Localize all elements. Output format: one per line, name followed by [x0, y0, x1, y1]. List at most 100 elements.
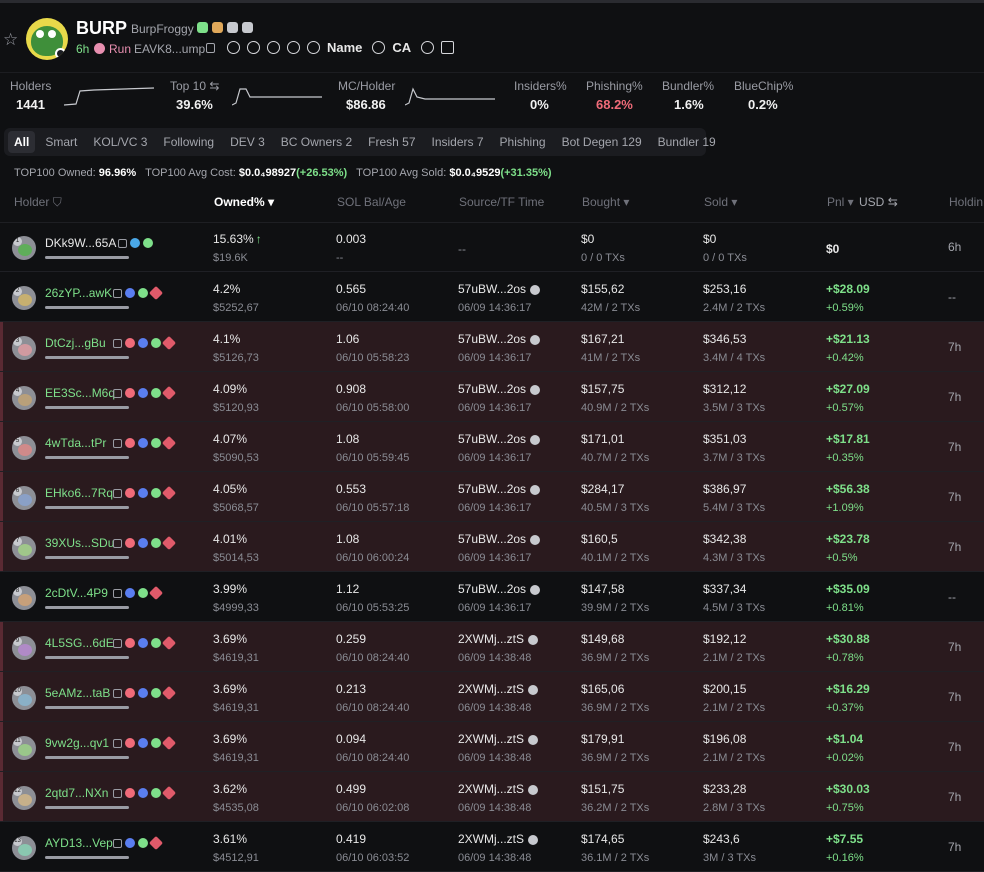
table-row[interactable]: 3 DtCzj...gBu 4.1% $5126,73 1.06 06/10 0…	[0, 322, 984, 372]
tab-1[interactable]: Smart	[39, 131, 83, 153]
tab-10[interactable]: Bundler 19	[652, 131, 722, 153]
edit-icon[interactable]	[113, 788, 122, 798]
edit-icon[interactable]	[113, 588, 122, 598]
holding-time: --	[948, 590, 956, 604]
col-sold[interactable]: Sold ▾	[704, 195, 737, 209]
phishing-icon	[125, 488, 135, 498]
holder-avatar: 5	[12, 436, 36, 460]
edit-icon[interactable]	[113, 388, 122, 398]
tab-9[interactable]: Bot Degen 129	[556, 131, 648, 153]
source[interactable]: 57uBW...2os	[458, 332, 541, 346]
table-row[interactable]: 5 4wTda...tPr 4.07% $5090,53 1.08 06/10 …	[0, 422, 984, 472]
source[interactable]: 57uBW...2os	[458, 382, 541, 396]
tab-4[interactable]: DEV 3	[224, 131, 271, 153]
table-row[interactable]: 13 AYD13...Vep 3.61% $4512,91 0.419 06/1…	[0, 822, 984, 872]
blue-badge-icon	[138, 438, 148, 448]
col-owned[interactable]: Owned% ▾	[214, 195, 274, 209]
source[interactable]: 57uBW...2os	[458, 282, 541, 296]
blue-badge-icon	[138, 688, 148, 698]
edit-icon[interactable]	[113, 638, 122, 648]
tab-2[interactable]: KOL/VC 3	[87, 131, 153, 153]
holder-bar	[45, 356, 129, 359]
tab-5[interactable]: BC Owners 2	[275, 131, 358, 153]
tab-8[interactable]: Phishing	[494, 131, 552, 153]
filter-icon[interactable]: ⛉	[53, 195, 62, 209]
telegram-icon[interactable]	[267, 41, 280, 54]
holder-address[interactable]: DtCzj...gBu	[45, 336, 106, 350]
edit-icon[interactable]	[113, 438, 122, 448]
table-row[interactable]: 7 39XUs...SDu 4.01% $5014,53 1.08 06/10 …	[0, 522, 984, 572]
holder-address[interactable]: 5eAMz...taB	[45, 686, 110, 700]
holder-address[interactable]: 2cDtV...4P9	[45, 586, 108, 600]
table-row[interactable]: 11 9vw2g...qv1 3.69% $4619,31 0.094 06/1…	[0, 722, 984, 772]
holder-address[interactable]: 39XUs...SDu	[45, 536, 114, 550]
col-holding[interactable]: Holdin	[949, 195, 983, 209]
table-row[interactable]: 4 EE3Sc...M6q 4.09% $5120,93 0.908 06/10…	[0, 372, 984, 422]
edit-icon[interactable]	[113, 738, 122, 748]
contract-address[interactable]: EAVK8...ump	[134, 42, 205, 56]
table-row[interactable]: 12 2qtd7...NXn 3.62% $4535,08 0.499 06/1…	[0, 772, 984, 822]
holder-address[interactable]: 4wTda...tPr	[45, 436, 106, 450]
crown-icon[interactable]	[441, 41, 455, 54]
holder-address[interactable]: 9vw2g...qv1	[45, 736, 109, 750]
user-icon[interactable]	[247, 41, 260, 54]
col-holder[interactable]: Holder ⛉	[14, 195, 62, 210]
holder-address[interactable]: AYD13...Vep	[45, 836, 113, 850]
col-sol[interactable]: SOL Bal/Age	[337, 195, 406, 209]
table-row[interactable]: 9 4L5SG...6dE 3.69% $4619,31 0.259 06/10…	[0, 622, 984, 672]
holder-address[interactable]: 26zYP...awK	[45, 286, 112, 300]
share-icon[interactable]	[421, 41, 435, 54]
table-row[interactable]: 2 26zYP...awK 4.2% $5252,67 0.565 06/10 …	[0, 272, 984, 322]
usd-toggle[interactable]: USD ⇆	[859, 195, 898, 209]
col-source[interactable]: Source/TF Time	[459, 195, 544, 209]
tab-3[interactable]: Following	[157, 131, 220, 153]
stats-bar: Holders 1441 Top 10 ⇆ 39.6% MC/Holder $8…	[0, 72, 984, 123]
table-row[interactable]: 1 DKk9W...65A 15.63% ↑ $19.6K 0.003 -- --…	[0, 222, 984, 272]
edit-icon[interactable]	[118, 238, 127, 248]
source[interactable]: 2XWMj...ztS	[458, 832, 539, 846]
source[interactable]: 2XWMj...ztS	[458, 632, 539, 646]
top10-label[interactable]: Top 10 ⇆	[170, 79, 219, 93]
holder-address[interactable]: 2qtd7...NXn	[45, 786, 108, 800]
wallet-age: 06/10 08:24:40	[336, 302, 410, 314]
tab-7[interactable]: Insiders 7	[426, 131, 490, 153]
table-row[interactable]: 6 EHko6...7Rq 4.05% $5068,57 0.553 06/10…	[0, 472, 984, 522]
source[interactable]: 57uBW...2os	[458, 482, 541, 496]
edit-icon[interactable]	[113, 288, 122, 298]
bought-value: $284,17	[581, 482, 625, 496]
search-icon[interactable]	[307, 41, 320, 54]
table-row[interactable]: 10 5eAMz...taB 3.69% $4619,31 0.213 06/1…	[0, 672, 984, 722]
source[interactable]: 57uBW...2os	[458, 532, 541, 546]
holding-time: 7h	[948, 690, 962, 704]
source[interactable]: 57uBW...2os	[458, 432, 541, 446]
holder-address[interactable]: EHko6...7Rq	[45, 486, 113, 500]
source[interactable]: 2XWMj...ztS	[458, 732, 539, 746]
col-bought[interactable]: Bought ▾	[582, 195, 629, 209]
source[interactable]: 57uBW...2os	[458, 582, 541, 596]
search-icon[interactable]	[372, 41, 386, 54]
globe-icon[interactable]	[227, 41, 240, 54]
table-row[interactable]: 8 2cDtV...4P9 3.99% $4999,33 1.12 06/10 …	[0, 572, 984, 622]
tab-6[interactable]: Fresh 57	[362, 131, 421, 153]
edit-icon[interactable]	[113, 338, 122, 348]
col-pnl[interactable]: Pnl ▾	[827, 195, 854, 209]
source[interactable]: 2XWMj...ztS	[458, 782, 539, 796]
holder-address[interactable]: 4L5SG...6dE	[45, 636, 114, 650]
copy-icon[interactable]	[206, 43, 215, 53]
menu-circle-icon[interactable]	[287, 41, 300, 54]
ca-search[interactable]: CA	[392, 40, 411, 55]
tf-time: 06/09 14:36:17	[458, 602, 532, 614]
holder-address[interactable]: EE3Sc...M6q	[45, 386, 115, 400]
holder-address[interactable]: DKk9W...65A	[45, 236, 116, 250]
swap-icon[interactable]: ⇆	[888, 195, 898, 209]
name-search[interactable]: Name	[327, 40, 362, 55]
edit-icon[interactable]	[113, 838, 122, 848]
sol-balance: 1.08	[336, 532, 360, 546]
edit-icon[interactable]	[113, 538, 122, 548]
favorite-star-icon[interactable]: ☆	[3, 30, 18, 50]
edit-icon[interactable]	[113, 688, 122, 698]
source[interactable]: 2XWMj...ztS	[458, 682, 539, 696]
edit-icon[interactable]	[113, 488, 122, 498]
source[interactable]: --	[458, 242, 466, 256]
tab-0[interactable]: All	[8, 131, 36, 153]
